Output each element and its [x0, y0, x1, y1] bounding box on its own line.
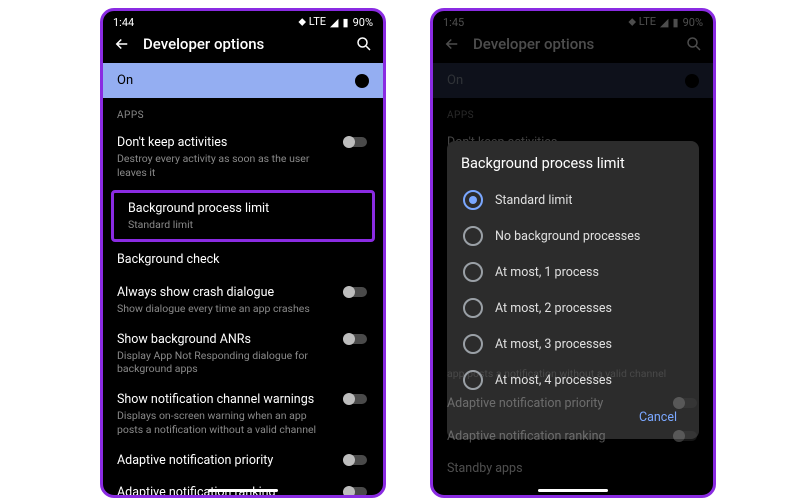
item-notification-channel-warnings[interactable]: Show notification channel warnings Displ…: [103, 384, 383, 445]
battery-pct: 90%: [353, 16, 373, 29]
radio-label: At most, 4 processes: [495, 373, 612, 388]
section-label-apps: APPS: [433, 104, 713, 127]
radio-label: No background processes: [495, 229, 640, 244]
item-subtitle: Display App Not Responding dialogue for …: [117, 349, 335, 376]
signal-icon: ◢: [330, 16, 338, 29]
radio-icon: [463, 334, 483, 354]
network-label: ⬥ LTE: [298, 15, 326, 29]
radio-option-3[interactable]: At most, 3 processes: [461, 326, 685, 362]
clock: 1:44: [113, 16, 134, 29]
radio-icon: [463, 226, 483, 246]
app-bar: Developer options: [103, 29, 383, 63]
toggle-switch[interactable]: [343, 334, 369, 344]
item-title: Show background ANRs: [117, 332, 335, 348]
item-background-process-limit[interactable]: Background process limit Standard limit: [114, 193, 372, 240]
radio-label: Standard limit: [495, 193, 573, 208]
app-bar: Developer options: [433, 29, 713, 63]
item-subtitle: Show dialogue every time an app crashes: [117, 302, 335, 316]
item-title: Background check: [117, 252, 369, 268]
item-adaptive-notification-ranking[interactable]: Adaptive notification ranking: [103, 477, 383, 498]
item-title: Adaptive notification priority: [117, 453, 335, 469]
radio-option-1[interactable]: At most, 1 process: [461, 254, 685, 290]
battery-pct: 90%: [683, 16, 703, 29]
master-toggle-row[interactable]: On: [103, 63, 383, 98]
master-toggle-label: On: [117, 73, 133, 88]
item-title: Standby apps: [447, 461, 699, 477]
radio-icon: [463, 262, 483, 282]
item-always-show-crash[interactable]: Always show crash dialogue Show dialogue…: [103, 277, 383, 324]
status-bar: 1:44 ⬥ LTE ◢ ▮ 90%: [103, 11, 383, 29]
dialog-background-process-limit: Background process limit Standard limit …: [447, 141, 699, 439]
section-label-apps: APPS: [103, 104, 383, 127]
radio-option-4[interactable]: At most, 4 processes: [461, 362, 685, 398]
toggle-switch[interactable]: [343, 287, 369, 297]
clock: 1:45: [443, 16, 464, 29]
item-subtitle: Standard limit: [128, 218, 358, 232]
battery-icon: ▮: [673, 16, 679, 29]
cancel-button[interactable]: Cancel: [631, 404, 685, 431]
search-icon[interactable]: [355, 35, 373, 53]
radio-option-none[interactable]: No background processes: [461, 218, 685, 254]
battery-icon: ▮: [343, 16, 349, 29]
back-icon: [443, 35, 461, 53]
gesture-bar: [208, 489, 278, 492]
item-title: Background process limit: [128, 201, 358, 217]
item-dont-keep-activities[interactable]: Don't keep activities Destroy every acti…: [103, 127, 383, 188]
toggle-switch[interactable]: [343, 137, 369, 147]
item-title: Don't keep activities: [117, 135, 335, 151]
screenshot-left: 1:44 ⬥ LTE ◢ ▮ 90% Developer options On …: [100, 8, 386, 498]
screenshot-right: 1:45 ⬥ LTE ◢ ▮ 90% Developer options On …: [430, 8, 716, 498]
page-title: Developer options: [473, 35, 685, 53]
signal-icon: ◢: [660, 16, 668, 29]
dialog-title: Background process limit: [461, 155, 685, 172]
toggle-switch[interactable]: [343, 455, 369, 465]
search-icon: [685, 35, 703, 53]
item-subtitle: Destroy every activity as soon as the us…: [117, 152, 335, 179]
radio-option-standard[interactable]: Standard limit: [461, 182, 685, 218]
master-toggle-knob: [355, 74, 369, 88]
toggle-switch[interactable]: [343, 394, 369, 404]
item-adaptive-notification-priority[interactable]: Adaptive notification priority: [103, 445, 383, 477]
radio-label: At most, 2 processes: [495, 301, 612, 316]
item-title: Always show crash dialogue: [117, 285, 335, 301]
radio-icon: [463, 370, 483, 390]
item-standby-apps: Standby apps: [433, 453, 713, 485]
network-label: ⬥ LTE: [628, 15, 656, 29]
toggle-switch[interactable]: [343, 487, 369, 497]
radio-option-2[interactable]: At most, 2 processes: [461, 290, 685, 326]
item-title: Show notification channel warnings: [117, 392, 335, 408]
item-show-background-anrs[interactable]: Show background ANRs Display App Not Res…: [103, 324, 383, 385]
radio-label: At most, 1 process: [495, 265, 599, 280]
item-background-check[interactable]: Background check: [103, 244, 383, 276]
master-toggle-label: On: [447, 73, 463, 88]
back-icon[interactable]: [113, 35, 131, 53]
master-toggle-knob: [685, 74, 699, 88]
radio-icon: [463, 190, 483, 210]
gesture-bar: [538, 489, 608, 492]
item-subtitle: Displays on-screen warning when an app p…: [117, 409, 335, 436]
radio-icon: [463, 298, 483, 318]
radio-label: At most, 3 processes: [495, 337, 612, 352]
status-bar: 1:45 ⬥ LTE ◢ ▮ 90%: [433, 11, 713, 29]
master-toggle-row: On: [433, 63, 713, 98]
page-title: Developer options: [143, 35, 355, 53]
